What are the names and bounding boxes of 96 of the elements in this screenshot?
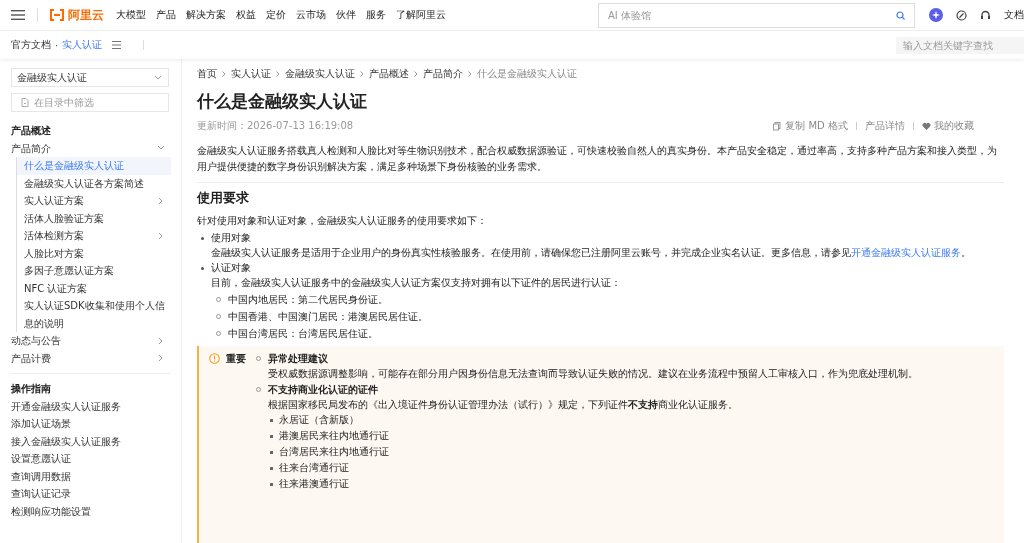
page-title: 什么是金融级实人认证 [197,90,368,112]
tree-item[interactable]: 查询认证记录 [11,485,171,503]
chevron-right-icon [157,231,165,240]
tree-item[interactable]: 人脸比对方案 [17,244,171,262]
tree-item[interactable]: 查询调用数据 [11,467,171,485]
list-item-text: 中国台湾居民：台湾居民居住证。 [228,326,378,341]
tree-item[interactable]: 接入金融级实人认证服务 [11,432,171,450]
breadcrumb-link[interactable]: 金融级实人认证 [285,67,355,81]
tree-item[interactable]: 活体人脸验证方案 [17,209,171,227]
menu-icon [11,9,25,21]
copy-icon [773,121,783,131]
paragraph: 针对使用对象和认证对象，金融级实人认证服务的使用要求如下： [197,214,488,228]
bullet-square [270,418,273,422]
tree-item[interactable]: 产品计费 [11,349,171,367]
breadcrumb-current: 什么是金融级实人认证 [477,67,577,81]
tree-item[interactable]: 产品简介 [11,139,171,157]
list-item-text: 往来台湾通行证 [279,461,349,475]
action-link[interactable]: 复制 MD 格式 [773,119,848,133]
list-item-text: 往来港澳通行证 [279,477,349,491]
nav-link[interactable]: 伙伴 [336,8,356,22]
notice-label: 重要 [226,351,246,366]
nav-link[interactable]: 云市场 [296,8,326,22]
nav-link[interactable]: 权益 [236,8,256,22]
bullet-square [270,466,273,470]
list-item-text: 中国香港、中国澳门居民：港澳居民居住证。 [228,309,428,324]
action-link[interactable]: 我的收藏 [922,119,974,133]
breadcrumb-link[interactable]: 产品概述 [369,67,409,81]
list-item-text: 中国内地居民：第二代居民身份证。 [228,292,388,307]
update-time: 更新时间：2026-07-13 16:19:08 [197,119,354,133]
breadcrumb-link[interactable]: 实人认证 [62,38,103,52]
separator-dot: · [55,39,59,51]
nav-link[interactable]: 大模型 [116,8,146,22]
nav-link[interactable]: 了解阿里云 [396,8,446,22]
chevron-right-icon [359,70,365,78]
section-heading: 操作指南 [11,382,52,396]
breadcrumb-link[interactable]: 实人认证 [231,67,271,81]
chevron-right-icon [413,70,419,78]
tree-item[interactable]: 活体检测方案 [17,227,171,245]
chevron-right-icon [221,70,227,78]
intro-paragraph: 金融级实人认证服务搭载真人检测和人脸比对等生物识别技术，配合权威数据源验证，可快速校验自然人的真实身份。本产品安全稳定，通过率高，支持多种产品方案和接入类型，为用户提供便捷的数字身份识别解决方案，满足多种场景下身份核验的业务需求。 [197,144,998,174]
chevron-down-icon [154,74,162,81]
item-title: 异常处理建议 [268,352,329,366]
tree-item[interactable]: 什么是金融级实人认证 [17,157,171,175]
product-select[interactable]: 金融级实人认证 [11,68,169,87]
section-heading: 产品概述 [11,124,52,138]
item-title: 使用对象 [211,231,252,245]
list-item-text: 港澳居民来往内地通行证 [279,429,389,443]
tree-item[interactable]: 金融级实人认证各方案简述 [17,174,171,192]
filter-field[interactable]: 在目录中筛选 [11,93,169,112]
paragraph: 金融级实人认证服务是适用于企业用户的身份真实性核验服务。在使用前，请确保您已注册阿里云账号，并完成企业实名认证。更多信息，请参见开通金融级实人认证服务。 [211,246,972,260]
item-title: 认证对象 [211,261,252,275]
doc-search-field[interactable]: 输入文档关键字查找 [896,36,1024,54]
paragraph: 受权威数据源调整影响，可能存在部分用户因身份信息无法查询而导致认证失败的情况。建议在业务流程中预留人工审核入口，作为兜底处理机制。 [268,367,919,381]
bullet-dot [201,267,204,270]
search-icon [896,10,905,20]
item-title: 不支持商业化认证的证件 [268,383,379,397]
chevron-right-icon [467,70,473,78]
tree-item[interactable]: 动态与公告 [11,332,171,350]
tree-item[interactable]: NFC 认证方案 [17,279,171,297]
action-link[interactable]: 产品详情 [865,119,905,133]
nav-link[interactable]: 解决方案 [186,8,226,22]
docs-link[interactable]: 文档 [1004,8,1024,22]
link[interactable]: 开通金融级实人认证服务 [851,247,961,258]
paragraph: 根据国家移民局发布的《出入境证件身份认证管理办法（试行）》规定，下列证件不支持商业化认证服务。 [268,398,739,412]
bullet-dot [201,237,204,240]
list-item-text: 永居证（含新版） [279,413,359,427]
bullet-square [270,434,273,438]
sparkle-icon [929,8,943,22]
tree-item[interactable]: 设置意愿认证 [11,450,171,468]
list-icon [112,41,122,49]
headset-icon [980,9,991,21]
bullet-square [270,482,273,486]
breadcrumb-link[interactable]: 官方文档 [11,38,51,52]
warning-icon [209,353,220,364]
search-field[interactable]: AI 体验馆 [598,2,915,28]
breadcrumb-link[interactable]: 首页 [197,67,217,81]
nav-link[interactable]: 定价 [266,8,286,22]
bracket-logo-icon [49,9,65,21]
bullet-square [270,450,273,454]
tree-item[interactable]: 多因子意愿认证方案 [17,262,171,280]
paragraph: 目前，金融级实人认证服务中的金融级实人认证方案仅支持对拥有以下证件的居民进行认证： [211,276,622,290]
heart-icon [922,121,931,131]
list-item-text: 台湾居民来往内地通行证 [279,445,389,459]
chevron-right-icon [157,196,165,205]
breadcrumb-link[interactable]: 产品简介 [423,67,463,81]
tree-item[interactable]: 实人认证方案 [17,192,171,210]
tree-item[interactable]: 开通金融级实人认证服务 [11,397,171,415]
tree-item[interactable]: 添加认证场景 [11,415,171,433]
nav-link[interactable]: 服务 [366,8,386,22]
tree-item[interactable]: 检测响应功能设置 [11,502,171,520]
tree-item[interactable]: 实人认证SDK收集和使用个人信息的说明 [17,297,171,332]
section-heading: 使用要求 [197,190,250,206]
chevron-right-icon [275,70,281,78]
logo-text: 阿里云 [68,6,104,24]
document-icon [21,98,29,107]
nav-link[interactable]: 产品 [156,8,176,22]
